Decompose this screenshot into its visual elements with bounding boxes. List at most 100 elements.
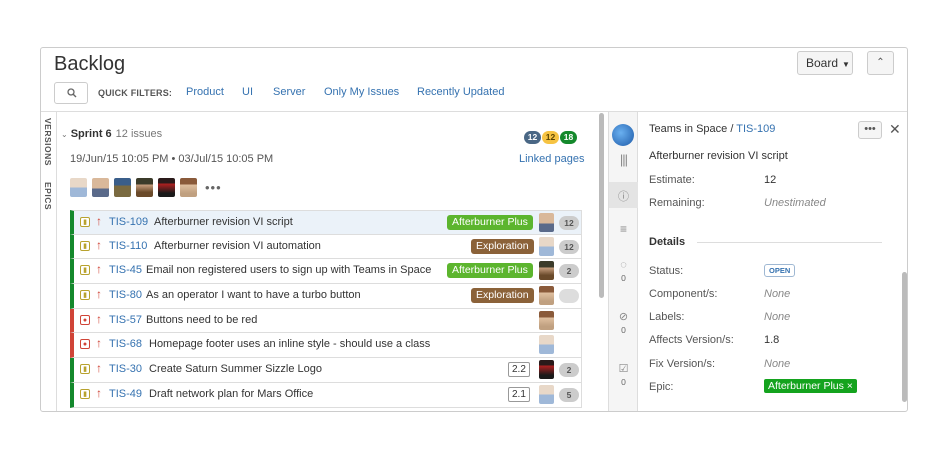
issue-summary-title[interactable]: Afterburner revision VI script [649,150,788,162]
story-icon: ▮ [80,217,90,227]
priority-high-icon: ↑ [96,287,102,302]
priority-high-icon: ↑ [96,214,102,228]
component-value[interactable]: None [764,288,790,300]
epic-field-label: Epic: [649,381,674,393]
linked-pages-link[interactable]: Linked pages [519,153,584,165]
close-icon[interactable]: ✕ [889,121,901,138]
table-row[interactable]: ▮ ↑ TIS-110 Afterburner revision VI autom… [70,234,582,260]
project-name[interactable]: Teams in Space [649,123,727,135]
issue-key-link[interactable]: TIS-109 [736,123,775,135]
affects-version-value[interactable]: 1.8 [764,334,779,346]
issue-key[interactable]: TIS-45 [109,264,142,276]
tab-versions[interactable]: VERSIONS [43,118,53,166]
search-button[interactable] [54,82,88,104]
comment-icon[interactable]: ◌ 0 [609,259,638,283]
version-badge: 2.1 [508,386,530,402]
issue-key[interactable]: TIS-110 [109,240,147,252]
estimate-badge: 2 [559,363,579,378]
avatar[interactable] [92,178,109,197]
issue-key[interactable]: TIS-30 [109,363,142,375]
sprint-name: Sprint 6 [70,128,112,140]
estimate-badge: 12 [559,216,579,230]
sprint-status-badges: 12 12 18 [523,127,577,145]
avatar[interactable] [136,178,153,197]
epic-label: Exploration [471,288,534,304]
labels-label: Labels: [649,311,685,323]
affects-version-label: Affects Version/s: [649,334,734,346]
story-icon: ▮ [80,290,90,301]
backlog-panel: Backlog Board ▼ ⌃ QUICK FILTERS: Product … [40,47,908,412]
fix-version-value[interactable]: None [764,358,790,370]
table-row[interactable]: ▮ ↑ TIS-30 Create Saturn Summer Sizzle Lo… [70,358,582,383]
detail-side-nav: ||| ⓘ ≡ ◌ 0 ⊘ 0 ☑ 0 [609,112,638,411]
table-row[interactable]: ▮ ↑ TIS-49 Draft network plan for Mars Of… [70,382,582,408]
issue-summary: Homepage footer uses an inline style - s… [149,338,431,351]
story-icon: ▮ [80,364,90,375]
issue-key[interactable]: TIS-57 [109,314,142,326]
detail-scrollbar[interactable] [902,272,907,402]
epic-label: Afterburner Plus [447,263,533,279]
quick-filter-product[interactable]: Product [186,86,224,98]
quick-filter-ui[interactable]: UI [242,86,253,98]
issue-summary: As an operator I want to have a turbo bu… [146,289,361,302]
estimate-badge: 2 [559,264,579,279]
chevron-down-icon: ▼ [842,60,850,69]
attachment-icon[interactable]: ⊘ 0 [609,310,638,335]
estimate-badge [559,289,579,304]
chevron-down-icon[interactable]: ⌄ [61,130,68,139]
bug-icon: ● [80,314,90,325]
estimate-label: Estimate: [649,174,695,186]
collapse-button[interactable]: ⌃ [867,51,894,75]
board-dropdown-button[interactable]: Board ▼ [797,51,853,75]
quick-filter-server[interactable]: Server [273,86,305,98]
drag-handle-icon[interactable]: ||| [609,152,638,167]
table-row[interactable]: ▮ ↑ TIS-80 As an operator I want to have … [70,284,582,309]
avatar[interactable] [114,178,131,197]
tab-epics[interactable]: EPICS [43,182,53,210]
sprint-assignee-avatars: ••• [70,178,222,198]
more-avatars-button[interactable]: ••• [205,180,222,195]
issue-key[interactable]: TIS-49 [109,388,142,400]
issue-detail-panel: Teams in Space / TIS-109 ••• ✕ Afterburn… [612,112,907,411]
issue-key[interactable]: TIS-68 [109,338,142,350]
remaining-value[interactable]: Unestimated [764,197,826,209]
subtask-icon[interactable]: ☑ 0 [609,362,638,387]
issue-summary: Buttons need to be red [146,313,258,326]
epic-lozenge[interactable]: Afterburner Plus × [764,379,857,393]
avatar [539,213,554,232]
info-icon[interactable]: ⓘ [609,182,638,208]
table-row[interactable]: ● ↑ TIS-57 Buttons need to be red [70,308,582,334]
table-row[interactable]: ▮ ↑ TIS-45 Email non registered users to … [70,259,582,285]
labels-value[interactable]: None [764,311,790,323]
description-icon[interactable]: ≡ [609,222,638,236]
epic-value[interactable]: Afterburner Plus × [764,379,857,393]
quick-filter-only-my-issues[interactable]: Only My Issues [324,86,399,98]
subtask-count: 0 [621,377,626,387]
avatar [539,261,554,281]
vertical-tabs: VERSIONS EPICS [41,112,57,411]
avatar [539,286,554,306]
story-icon: ▮ [80,265,90,276]
fix-version-label: Fix Version/s: [649,358,716,370]
status-badge[interactable]: OPEN [764,264,796,277]
sprint-header[interactable]: ⌄ Sprint 6 12 issues [61,128,162,140]
scroll-thumb[interactable] [599,113,604,298]
status-value[interactable]: OPEN [764,264,796,277]
sprint-dates: 19/Jun/15 10:05 PM • 03/Jul/15 10:05 PM [70,153,274,165]
more-actions-button[interactable]: ••• [858,121,882,139]
issue-key[interactable]: TIS-109 [109,216,148,228]
backlog-scrollbar[interactable] [598,113,606,411]
issue-key[interactable]: TIS-80 [109,289,142,301]
quick-filter-recently-updated[interactable]: Recently Updated [417,86,504,98]
avatar[interactable] [180,178,197,197]
estimate-value[interactable]: 12 [764,174,776,186]
badge-todo: 12 [524,131,541,144]
status-label: Status: [649,265,684,277]
avatar [539,360,554,380]
priority-high-icon: ↑ [96,361,102,376]
epic-label: Afterburner Plus [447,215,533,230]
avatar[interactable] [158,178,175,197]
table-row[interactable]: ● ↑ TIS-68 Homepage footer uses an inline… [70,333,582,359]
avatar[interactable] [70,178,87,197]
table-row[interactable]: ▮ ↑ TIS-109 Afterburner revision VI scrip… [70,210,582,235]
